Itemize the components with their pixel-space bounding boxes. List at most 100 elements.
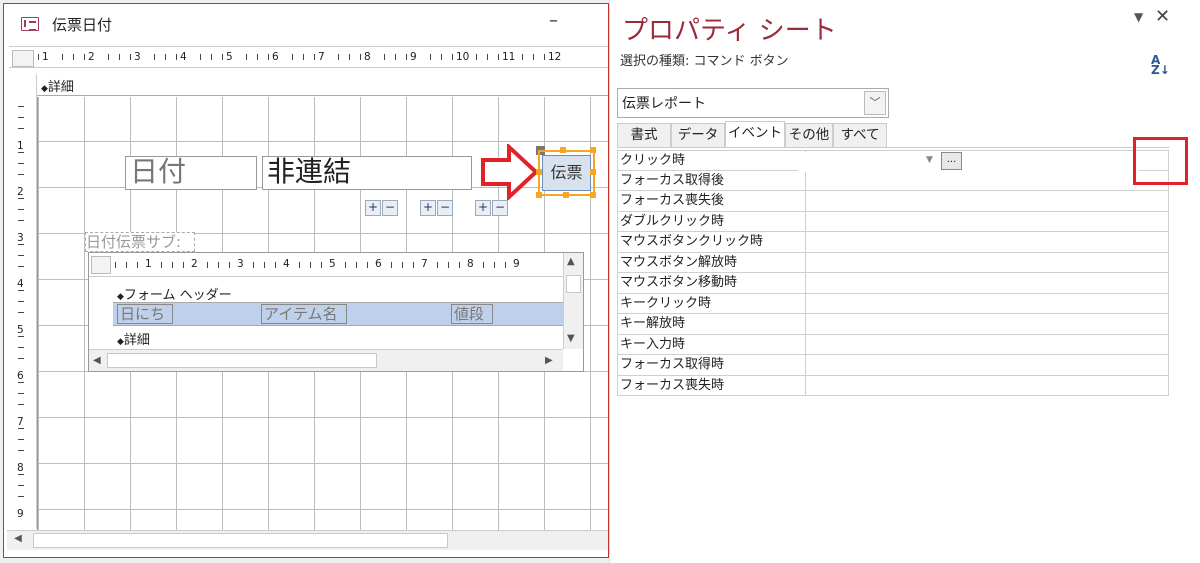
property-value[interactable]	[806, 273, 1169, 293]
subform-detail-bar[interactable]: ◆詳細	[113, 325, 563, 348]
plus-button[interactable]: +	[420, 200, 436, 216]
object-selector[interactable]: 伝票レポート ﹀	[617, 88, 889, 118]
ruler-tick	[207, 262, 208, 268]
subform-field[interactable]: アイテム名	[261, 304, 347, 324]
property-name: マウスボタン移動時	[617, 273, 806, 293]
plus-button[interactable]: +	[365, 200, 381, 216]
property-row[interactable]: キークリック時	[617, 293, 1169, 314]
ruler-tick	[18, 174, 24, 175]
property-row[interactable]: マウスボタン解放時	[617, 252, 1169, 273]
ruler-tick	[18, 439, 24, 440]
subform-label[interactable]: 日付伝票サブ:	[85, 232, 195, 252]
ruler-tick	[268, 54, 269, 60]
window-title: 伝票日付	[52, 16, 113, 34]
form-selector[interactable]	[12, 50, 34, 67]
ruler-tick	[18, 163, 24, 164]
scroll-left-icon[interactable]: ◀	[93, 355, 101, 366]
tab-all[interactable]: すべて	[833, 123, 887, 147]
tab-event[interactable]: イベント	[725, 121, 785, 147]
property-row[interactable]: キー入力時	[617, 334, 1169, 355]
property-sheet-title: プロパティ シート	[622, 16, 837, 46]
scroll-thumb[interactable]	[107, 353, 377, 368]
minus-button[interactable]: −	[437, 200, 453, 216]
form-horizontal-scrollbar[interactable]: ◀	[7, 530, 608, 550]
ruler-tick	[218, 262, 219, 268]
ruler-tick	[18, 290, 24, 291]
subform-field[interactable]: 日にち	[117, 304, 173, 324]
property-row[interactable]: ダブルクリック時	[617, 211, 1169, 232]
ruler-tick	[246, 54, 247, 60]
ruler-number: 1	[17, 140, 24, 152]
chevron-down-icon[interactable]: ﹀	[864, 91, 886, 115]
subform-header-bar[interactable]: ◆フォーム ヘッダー	[113, 281, 563, 303]
close-icon[interactable]: ✕	[1155, 6, 1170, 27]
subform-field[interactable]: 値段	[451, 304, 493, 324]
ruler-number: 4	[17, 278, 24, 290]
subform-control[interactable]: 123456789 ◆フォーム ヘッダー 日にち アイテム名 値段 ◆詳細 ▲ …	[88, 252, 584, 372]
subform-selector[interactable]	[91, 256, 111, 274]
chevron-down-icon[interactable]: ▼	[926, 155, 933, 165]
sort-icon[interactable]: A Z↓	[1151, 54, 1170, 76]
tab-data[interactable]: データ	[671, 123, 725, 147]
property-value[interactable]	[806, 211, 1169, 232]
property-value[interactable]	[806, 314, 1169, 334]
property-row[interactable]: フォーカス取得後	[617, 170, 1169, 191]
property-value[interactable]	[806, 232, 1169, 252]
ruler-tick	[292, 54, 293, 60]
scroll-thumb[interactable]	[566, 275, 581, 293]
resize-handle[interactable]	[536, 169, 542, 175]
ruler-tick	[18, 450, 24, 451]
property-row[interactable]: フォーカス喪失時	[617, 375, 1169, 396]
pane-options-icon[interactable]: ▼	[1134, 10, 1143, 24]
minus-button[interactable]: −	[492, 200, 508, 216]
ruler-tick	[18, 312, 24, 313]
detail-section-label: ◆詳細	[41, 80, 74, 95]
property-value[interactable]	[806, 293, 1169, 314]
scroll-down-icon[interactable]: ▼	[567, 333, 575, 344]
property-value[interactable]	[806, 170, 1169, 191]
property-row[interactable]: マウスボタンクリック時	[617, 232, 1169, 253]
unbound-textbox[interactable]: 非連結	[262, 156, 472, 190]
ruler-tick	[18, 496, 24, 497]
property-value[interactable]	[806, 355, 1169, 375]
scroll-thumb[interactable]	[33, 533, 448, 548]
scroll-up-icon[interactable]: ▲	[567, 256, 575, 267]
ruler-number: 2	[191, 258, 198, 270]
property-value[interactable]	[806, 334, 1169, 355]
resize-handle[interactable]	[536, 192, 542, 198]
minus-button[interactable]: −	[382, 200, 398, 216]
scroll-right-icon[interactable]: ▶	[545, 355, 553, 366]
ruler-tick	[38, 54, 39, 60]
property-name: マウスボタンクリック時	[617, 232, 806, 252]
ruler-tick	[395, 54, 396, 60]
property-value[interactable]	[806, 191, 1169, 211]
ruler-tick	[275, 262, 276, 268]
property-row[interactable]: フォーカス取得時	[617, 355, 1169, 376]
resize-handle[interactable]	[590, 192, 596, 198]
property-value[interactable]	[806, 375, 1169, 396]
resize-handle[interactable]	[590, 147, 596, 153]
builder-button[interactable]: ...	[941, 152, 962, 170]
ruler-tick	[18, 336, 24, 337]
resize-handle[interactable]	[563, 192, 569, 198]
property-value[interactable]	[806, 252, 1169, 273]
horizontal-ruler: 1 2 3 4 5 6 7 8 9 10 11 12	[9, 46, 608, 68]
property-row[interactable]: フォーカス喪失後	[617, 191, 1169, 212]
ruler-tick	[18, 393, 24, 394]
tab-other[interactable]: その他	[785, 123, 833, 147]
subform-horizontal-scrollbar[interactable]: ◀ ▶	[89, 349, 563, 371]
minimize-button[interactable]: –	[549, 10, 558, 31]
voucher-button[interactable]: 伝票	[542, 155, 591, 191]
plus-button[interactable]: +	[475, 200, 491, 216]
subform-vertical-scrollbar[interactable]: ▲ ▼	[563, 253, 583, 349]
tab-format[interactable]: 書式	[617, 123, 671, 147]
property-name: クリック時	[617, 151, 806, 171]
resize-handle[interactable]	[560, 147, 566, 153]
date-label[interactable]: 日付	[125, 156, 257, 190]
ruler-tick	[18, 404, 24, 405]
resize-handle[interactable]	[590, 169, 596, 175]
property-row[interactable]: マウスボタン移動時	[617, 273, 1169, 294]
detail-section-bar[interactable]: ◆詳細	[37, 73, 608, 96]
property-row[interactable]: キー解放時	[617, 314, 1169, 335]
scroll-left-icon[interactable]: ◀	[11, 533, 25, 549]
